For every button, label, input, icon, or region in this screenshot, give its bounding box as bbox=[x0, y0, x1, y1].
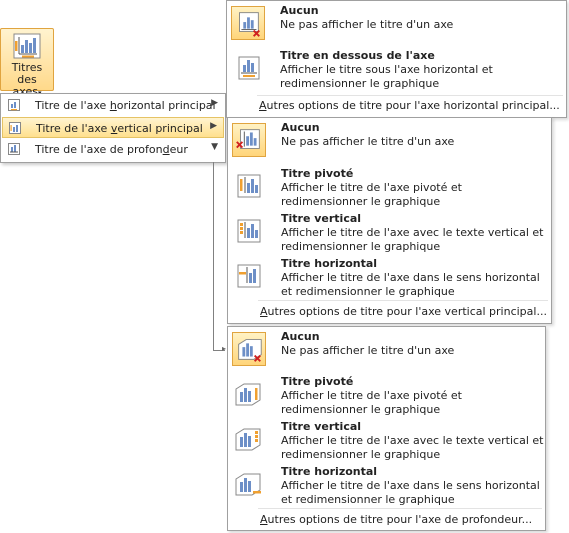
more-options-link[interactable]: Autres options de titre pour l'axe horiz… bbox=[259, 99, 560, 112]
rotated-title-3d-icon bbox=[235, 383, 261, 406]
depth-axis-title-icon bbox=[8, 143, 20, 155]
vertical-title-icon bbox=[237, 219, 261, 243]
vertical-axis-title-icon bbox=[9, 122, 21, 134]
option-title: Aucun bbox=[281, 330, 320, 343]
option-rotated-title[interactable]: Titre pivoté Afficher le titre de l'axe … bbox=[230, 166, 549, 210]
chevron-right-icon: ▶ bbox=[211, 98, 218, 108]
no-title-icon bbox=[232, 123, 266, 157]
horizontal-title-icon bbox=[237, 264, 261, 288]
option-description: Ne pas afficher le titre d'un axe bbox=[281, 135, 455, 148]
option-vertical-title[interactable]: Titre vertical Afficher le titre de l'ax… bbox=[230, 211, 549, 255]
option-description: Afficher le titre de l'axe dans le sens … bbox=[281, 271, 540, 298]
axis-titles-label-line1: Titres des bbox=[11, 61, 43, 86]
menu-item-horizontal-axis-title[interactable]: Titre de l'axe horizontal principal ▶ bbox=[2, 95, 224, 116]
more-options-link[interactable]: Autres options de titre pour l'axe de pr… bbox=[260, 513, 532, 526]
option-title: Titre pivoté bbox=[281, 167, 354, 180]
separator bbox=[258, 508, 542, 509]
option-description: Afficher le titre de l'axe avec le texte… bbox=[281, 434, 544, 461]
vertical-title-3d-icon bbox=[235, 428, 261, 451]
option-description: Ne pas afficher le titre d'un axe bbox=[281, 344, 455, 357]
axis-titles-button[interactable]: Titres des axes▾ bbox=[0, 28, 54, 98]
more-options-link[interactable]: Autres options de titre pour l'axe verti… bbox=[260, 305, 547, 318]
option-title: Aucun bbox=[280, 4, 319, 17]
option-title: Titre pivoté bbox=[281, 375, 354, 388]
no-title-3d-icon bbox=[232, 332, 266, 366]
option-none[interactable]: Aucun Ne pas afficher le titre d'un axe bbox=[230, 120, 549, 164]
horizontal-axis-title-gallery: Aucun Ne pas afficher le titre d'un axe … bbox=[226, 0, 567, 118]
option-description: Afficher le titre de l'axe avec le texte… bbox=[281, 226, 544, 253]
connector-line bbox=[213, 162, 214, 350]
option-description: Ne pas afficher le titre d'un axe bbox=[280, 18, 454, 31]
option-description: Afficher le titre de l'axe dans le sens … bbox=[281, 479, 540, 506]
title-below-axis-icon bbox=[238, 56, 260, 80]
option-title-below-axis[interactable]: Titre en dessous de l'axe Afficher le ti… bbox=[229, 48, 564, 92]
option-horizontal-title[interactable]: Titre horizontal Afficher le titre de l'… bbox=[230, 464, 543, 508]
chevron-down-icon: ▼ bbox=[211, 142, 218, 152]
option-description: Afficher le titre de l'axe pivoté et red… bbox=[281, 181, 462, 208]
menu-item-depth-axis-title[interactable]: Titre de l'axe de profondeur ▼ bbox=[2, 139, 224, 160]
option-title: Aucun bbox=[281, 121, 320, 134]
option-rotated-title[interactable]: Titre pivoté Afficher le titre de l'axe … bbox=[230, 374, 543, 418]
rotated-title-icon bbox=[237, 174, 261, 198]
separator bbox=[257, 95, 563, 96]
no-title-icon bbox=[231, 6, 265, 40]
option-title: Titre en dessous de l'axe bbox=[280, 49, 435, 62]
arrow-right-icon: ▸ bbox=[222, 344, 227, 353]
option-description: Afficher le titre sous l'axe horizontal … bbox=[280, 63, 493, 90]
axis-titles-submenu: Titre de l'axe horizontal principal ▶ Ti… bbox=[0, 93, 226, 163]
depth-axis-title-gallery: Aucun Ne pas afficher le titre d'un axe … bbox=[227, 326, 546, 531]
option-horizontal-title[interactable]: Titre horizontal Afficher le titre de l'… bbox=[230, 256, 549, 300]
option-description: Afficher le titre de l'axe pivoté et red… bbox=[281, 389, 462, 416]
option-title: Titre horizontal bbox=[281, 465, 378, 478]
chevron-right-icon: ▶ bbox=[210, 121, 217, 131]
option-vertical-title[interactable]: Titre vertical Afficher le titre de l'ax… bbox=[230, 419, 543, 463]
option-title: Titre vertical bbox=[281, 420, 362, 433]
option-none[interactable]: Aucun Ne pas afficher le titre d'un axe bbox=[230, 329, 543, 373]
separator bbox=[258, 300, 548, 301]
vertical-axis-title-gallery: Aucun Ne pas afficher le titre d'un axe … bbox=[227, 117, 552, 324]
menu-item-vertical-axis-title[interactable]: Titre de l'axe vertical principal ▶ bbox=[2, 117, 224, 138]
horizontal-title-3d-icon bbox=[235, 473, 261, 496]
option-title: Titre horizontal bbox=[281, 257, 378, 270]
axis-titles-icon bbox=[13, 33, 41, 59]
horizontal-axis-title-icon bbox=[8, 99, 20, 111]
option-none[interactable]: Aucun Ne pas afficher le titre d'un axe bbox=[229, 3, 564, 47]
option-title: Titre vertical bbox=[281, 212, 362, 225]
